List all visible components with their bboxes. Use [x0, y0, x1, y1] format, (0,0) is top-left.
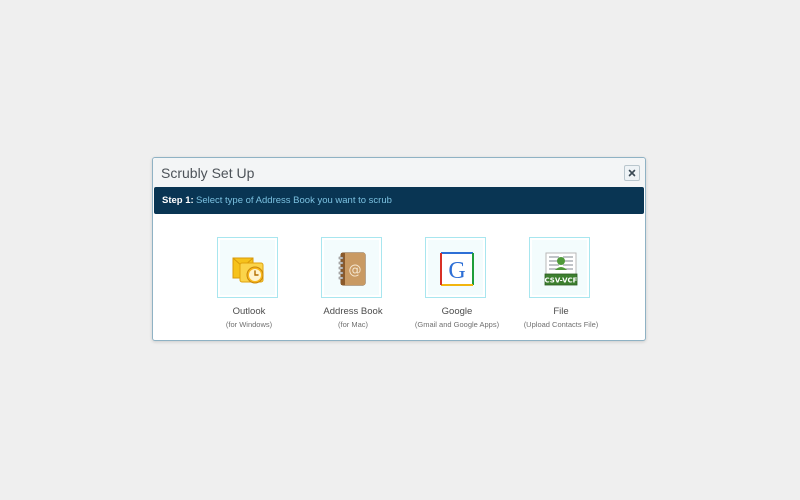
- address-book-tile[interactable]: @: [321, 237, 382, 298]
- outlook-tile[interactable]: [217, 237, 278, 298]
- google-icon: G: [440, 252, 474, 286]
- option-subtitle: (Upload Contacts File): [523, 320, 599, 329]
- file-badge-text: CSV-VCF: [545, 277, 578, 285]
- close-icon: [628, 169, 636, 177]
- file-tile[interactable]: CSV-VCF: [529, 237, 590, 298]
- address-book-icon: @: [338, 252, 366, 286]
- setup-dialog: Scrubly Set Up Step 1: Select type of Ad…: [152, 157, 646, 341]
- option-file[interactable]: CSV-VCF File (Upload Contacts File): [491, 237, 631, 337]
- file-icon: CSV-VCF: [545, 252, 578, 286]
- step-instruction: Select type of Address Book you want to …: [196, 195, 392, 206]
- step-label: Step 1:: [162, 195, 194, 206]
- dialog-title: Scrubly Set Up: [161, 165, 255, 181]
- close-button[interactable]: [624, 165, 640, 181]
- svg-text:@: @: [349, 263, 362, 278]
- google-tile[interactable]: G: [425, 237, 486, 298]
- dialog-titlebar: Scrubly Set Up: [153, 158, 645, 188]
- outlook-icon: [232, 257, 264, 284]
- option-name: File: [553, 306, 569, 317]
- svg-text:G: G: [448, 258, 465, 284]
- step-bar: Step 1: Select type of Address Book you …: [154, 187, 644, 214]
